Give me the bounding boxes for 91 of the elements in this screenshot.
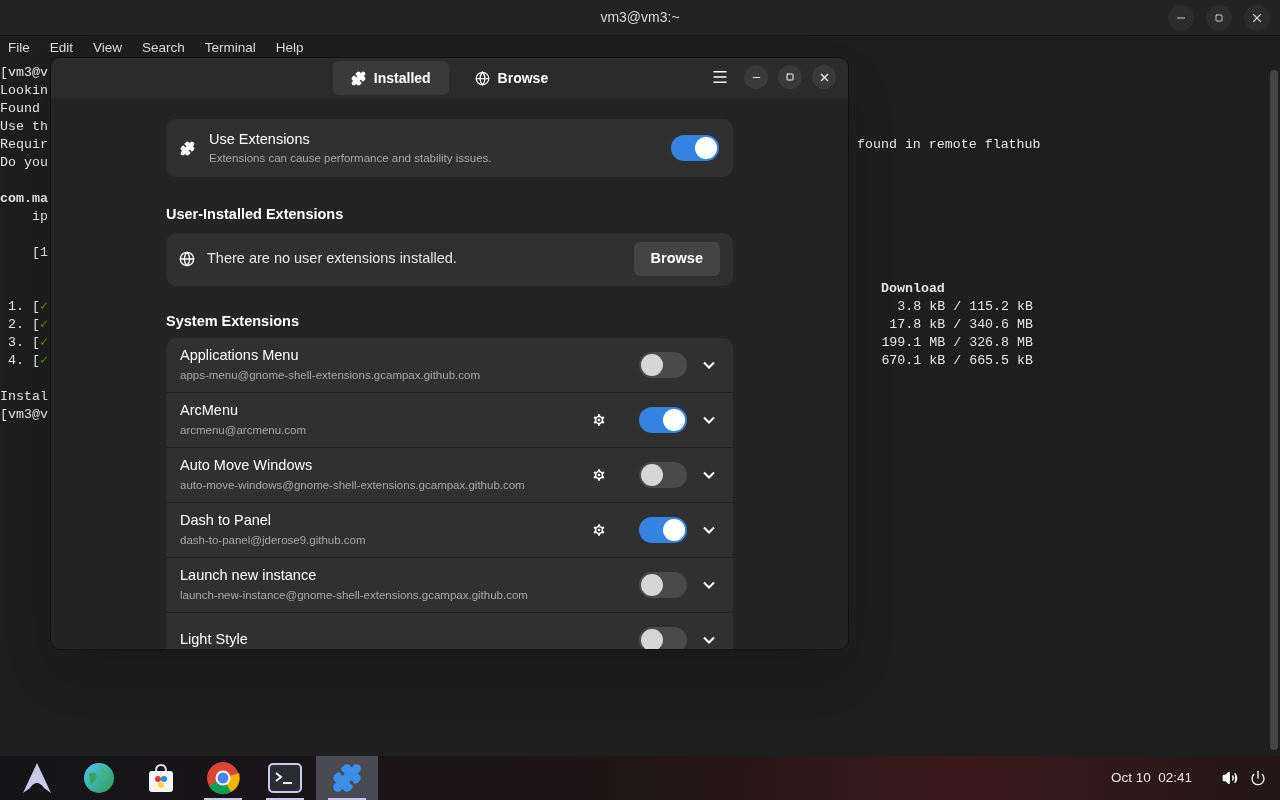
running-indicator bbox=[328, 798, 366, 800]
extension-id: auto-move-windows@gnome-shell-extensions.gcampax.github.com bbox=[180, 477, 526, 493]
check-mark: ✓ bbox=[39, 334, 48, 353]
terminal-icon bbox=[268, 763, 302, 793]
toggle-switch[interactable] bbox=[639, 406, 687, 433]
maximize-button[interactable] bbox=[1206, 5, 1232, 31]
clock[interactable]: Oct 10 02:41 bbox=[1110, 767, 1192, 789]
extension-name: Applications Menu bbox=[180, 346, 300, 365]
terminal-text: found in remote flathub bbox=[857, 136, 1041, 155]
running-indicator bbox=[204, 798, 242, 800]
menu-item[interactable]: Help bbox=[275, 40, 304, 56]
section-heading: User-Installed Extensions bbox=[166, 205, 345, 224]
globe-icon bbox=[83, 762, 115, 794]
puzzle-icon bbox=[180, 140, 195, 156]
toggle-switch[interactable] bbox=[639, 571, 687, 598]
menu-item[interactable]: View bbox=[93, 40, 123, 56]
terminal-text: Lookin bbox=[0, 82, 48, 101]
terminal-text: [vm3@v bbox=[0, 64, 48, 83]
terminal-text: [vm3@v bbox=[0, 406, 48, 425]
puzzle-icon bbox=[350, 70, 366, 86]
extension-id: arcmenu@arcmenu.com bbox=[180, 422, 308, 438]
terminal-text: com.ma bbox=[0, 190, 48, 209]
extension-id: launch-new-instance@gnome-shell-extensions.gcampax.github.com bbox=[180, 587, 529, 603]
arch-logo-icon bbox=[22, 762, 52, 794]
tab[interactable]: Installed bbox=[332, 61, 449, 95]
check-mark: ✓ bbox=[39, 352, 48, 371]
terminal-text: [1 bbox=[32, 244, 48, 263]
terminal-text: 2. [ bbox=[8, 316, 40, 335]
terminal-text: ip bbox=[32, 208, 48, 227]
terminal-text: 4. [ bbox=[8, 352, 40, 371]
running-indicator bbox=[266, 798, 304, 800]
close-button[interactable] bbox=[1244, 5, 1270, 31]
chevron-down-icon bbox=[703, 470, 715, 479]
tab[interactable]: Browse bbox=[456, 61, 567, 95]
menu-item[interactable]: Terminal bbox=[204, 40, 256, 56]
chevron-down-icon bbox=[703, 415, 715, 424]
extension-name: Dash to Panel bbox=[180, 511, 273, 530]
toggle-switch[interactable] bbox=[639, 351, 687, 378]
check-mark: ✓ bbox=[39, 298, 48, 317]
gear-icon bbox=[591, 411, 607, 428]
minimize-button[interactable] bbox=[1168, 5, 1194, 31]
chevron-down-icon bbox=[703, 525, 715, 534]
terminal-text: 3.8 kB / 115.2 kB bbox=[896, 298, 1033, 317]
extension-name: ArcMenu bbox=[180, 401, 240, 420]
empty-message: There are no user extensions installed. bbox=[207, 249, 458, 269]
terminal-text: 199.1 MB / 326.8 MB bbox=[881, 334, 1033, 353]
extension-name: Launch new instance bbox=[180, 566, 318, 585]
terminal-text: Instal bbox=[0, 388, 48, 407]
close-button[interactable] bbox=[812, 65, 836, 89]
menu-icon bbox=[711, 68, 729, 86]
menu-item[interactable]: File bbox=[8, 40, 30, 56]
terminal-text: Found bbox=[0, 100, 40, 119]
section-heading: System Extensions bbox=[166, 311, 300, 331]
gear-icon bbox=[591, 521, 607, 538]
terminal-text: Use th bbox=[0, 118, 48, 137]
browser-icon bbox=[206, 761, 240, 795]
globe-icon bbox=[474, 70, 490, 86]
terminal-text: 670.1 kB / 665.5 kB bbox=[881, 352, 1033, 371]
terminal-text: Requir bbox=[0, 136, 48, 155]
toggle-switch[interactable] bbox=[639, 516, 687, 543]
puzzle-icon bbox=[332, 763, 362, 793]
globe-icon bbox=[179, 251, 195, 268]
check-mark: ✓ bbox=[39, 316, 48, 335]
terminal-text: 17.8 kB / 340.6 MB bbox=[888, 316, 1033, 335]
close-icon bbox=[1250, 11, 1264, 25]
menu-item[interactable]: Edit bbox=[49, 40, 74, 56]
chevron-down-icon bbox=[703, 635, 715, 644]
extension-name: Light Style bbox=[180, 629, 249, 649]
browse-button[interactable]: Browse bbox=[633, 242, 720, 277]
maximize-icon bbox=[1215, 14, 1223, 22]
maximize-icon bbox=[786, 73, 794, 81]
setting-subtitle: Extensions can cause performance and stability issues. bbox=[209, 151, 493, 167]
setting-title: Use Extensions bbox=[209, 129, 311, 149]
extension-id: dash-to-panel@jderose9.github.com bbox=[180, 532, 367, 548]
terminal-text: Download bbox=[881, 280, 945, 299]
volume-icon[interactable] bbox=[1222, 770, 1238, 786]
terminal-text: 1. [ bbox=[8, 298, 40, 317]
extension-id: apps-menu@gnome-shell-extensions.gcampax.github.com bbox=[180, 367, 481, 383]
toggle-switch[interactable] bbox=[639, 626, 687, 649]
toggle-switch[interactable] bbox=[671, 135, 719, 161]
terminal-text: Do you bbox=[0, 154, 48, 173]
chevron-down-icon bbox=[703, 580, 715, 589]
terminal-text: 3. [ bbox=[8, 334, 40, 353]
toggle-switch[interactable] bbox=[639, 461, 687, 488]
maximize-button[interactable] bbox=[778, 65, 802, 89]
window-title: vm3@vm3:~ bbox=[600, 8, 680, 27]
extension-name: Auto Move Windows bbox=[180, 456, 314, 475]
power-icon[interactable] bbox=[1250, 770, 1266, 786]
menu-item[interactable]: Search bbox=[142, 40, 185, 56]
gear-icon bbox=[591, 466, 607, 483]
chevron-down-icon bbox=[703, 360, 715, 369]
